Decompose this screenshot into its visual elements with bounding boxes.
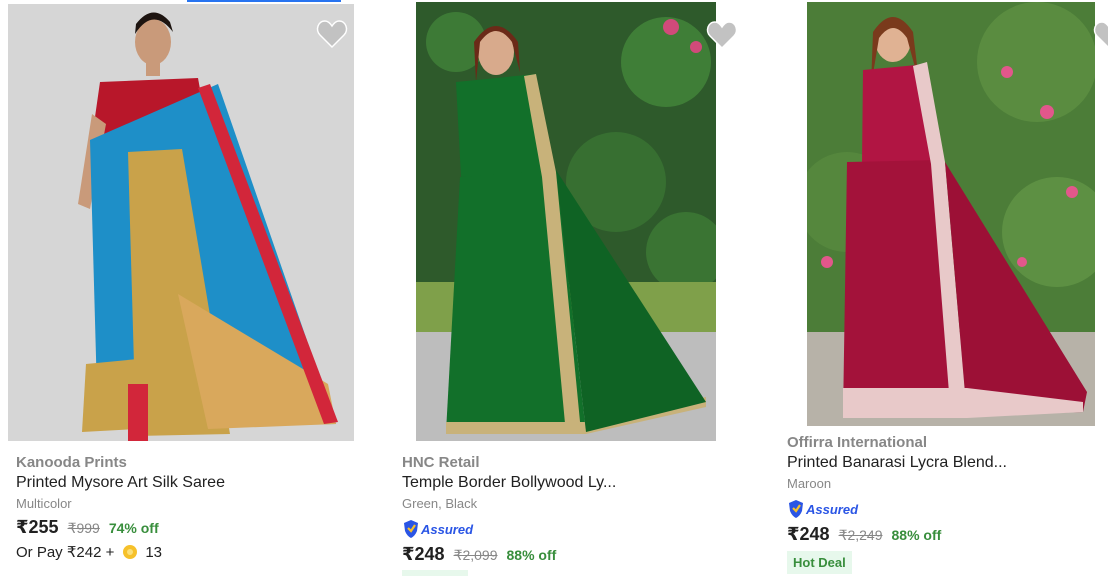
selling-price: ₹248 xyxy=(402,544,445,564)
discount-percent: 88% off xyxy=(891,527,942,543)
price-row: ₹255 ₹999 74% off xyxy=(16,517,225,538)
product-title[interactable]: Temple Border Bollywood Ly... xyxy=(402,473,616,493)
active-tab-indicator xyxy=(187,0,341,2)
product-info: Kanooda Prints Printed Mysore Art Silk S… xyxy=(16,453,225,561)
selling-price: ₹255 xyxy=(16,517,59,537)
original-price: ₹999 xyxy=(67,520,100,536)
product-variant: Maroon xyxy=(787,476,832,491)
selling-price: ₹248 xyxy=(787,524,830,544)
pay-text: Or Pay ₹242 + xyxy=(16,544,115,561)
product-info: HNC Retail Temple Border Bollywood Ly...… xyxy=(402,453,616,565)
original-price: ₹2,249 xyxy=(838,527,883,543)
wishlist-heart-icon[interactable] xyxy=(1093,20,1108,50)
discount-percent: 74% off xyxy=(108,520,159,536)
product-variant: Multicolor xyxy=(16,496,72,511)
product-title[interactable]: Printed Mysore Art Silk Saree xyxy=(16,473,225,493)
product-title[interactable]: Printed Banarasi Lycra Blend... xyxy=(787,453,1007,473)
deal-tag xyxy=(402,570,468,576)
assured-label: Assured xyxy=(806,501,859,517)
assured-badge: Assured xyxy=(402,518,616,540)
brand-name: HNC Retail xyxy=(402,454,480,471)
shield-icon xyxy=(402,519,420,539)
assured-badge: Assured xyxy=(787,498,1007,520)
shield-icon xyxy=(787,499,805,519)
coin-pay-row: Or Pay ₹242 + 13 xyxy=(16,543,225,562)
assured-label: Assured xyxy=(421,521,474,537)
product-image[interactable] xyxy=(8,4,354,441)
wishlist-heart-icon[interactable] xyxy=(316,19,348,49)
product-info: Offirra International Printed Banarasi L… xyxy=(787,433,1007,574)
original-price: ₹2,099 xyxy=(453,547,498,563)
product-image[interactable] xyxy=(807,2,1095,426)
hot-deal-tag: Hot Deal xyxy=(787,551,852,574)
product-variant: Green, Black xyxy=(402,496,478,511)
brand-name: Offirra International xyxy=(787,434,928,451)
wishlist-heart-icon[interactable] xyxy=(706,20,738,50)
discount-percent: 88% off xyxy=(506,547,557,563)
coin-count: 13 xyxy=(145,543,163,561)
brand-name: Kanooda Prints xyxy=(16,454,127,471)
product-image[interactable] xyxy=(416,2,716,441)
price-row: ₹248 ₹2,099 88% off xyxy=(402,544,616,565)
supercoin-icon xyxy=(123,545,138,559)
price-row: ₹248 ₹2,249 88% off xyxy=(787,524,1007,545)
